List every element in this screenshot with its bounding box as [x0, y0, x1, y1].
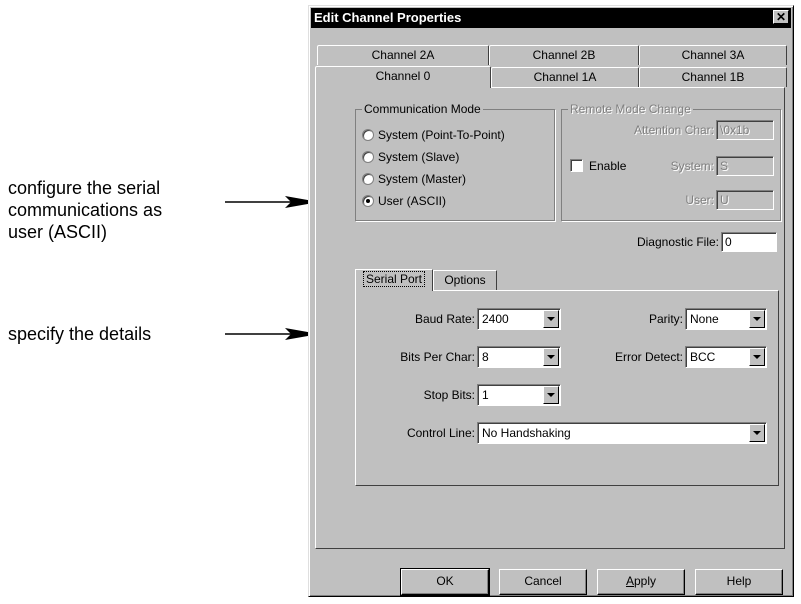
parity-value: None [690, 312, 719, 326]
error-detect-select[interactable]: BCC [685, 346, 767, 368]
parity-label: Parity: [648, 312, 683, 326]
chevron-down-icon[interactable] [749, 424, 765, 442]
edit-channel-properties-dialog: Edit Channel Properties ✕ Channel 2A Cha… [308, 5, 794, 597]
annotation-line: configure the serial [8, 178, 161, 198]
annotation-configure: configure the serial communications as u… [8, 177, 162, 243]
annotation-specify: specify the details [8, 324, 152, 344]
stop-bits-select[interactable]: 1 [477, 384, 561, 406]
stop-bits-label: Stop Bits: [423, 388, 475, 402]
bits-per-char-value: 8 [482, 350, 489, 364]
chevron-down-icon[interactable] [749, 310, 765, 328]
bits-per-char-select[interactable]: 8 [477, 346, 561, 368]
error-detect-label: Error Detect: [614, 350, 683, 364]
control-line-value: No Handshaking [482, 426, 571, 440]
baud-rate-label: Baud Rate: [414, 312, 475, 326]
chevron-down-icon[interactable] [543, 348, 559, 366]
chevron-down-icon[interactable] [543, 310, 559, 328]
baud-rate-select[interactable]: 2400 [477, 308, 561, 330]
control-line-select[interactable]: No Handshaking [477, 422, 767, 444]
chevron-down-icon[interactable] [749, 348, 765, 366]
arrow-icon [225, 328, 319, 340]
control-line-label: Control Line: [406, 426, 475, 440]
annotation-line: user (ASCII) [8, 222, 108, 242]
bits-per-char-label: Bits Per Char: [400, 350, 475, 364]
arrow-icon [225, 196, 319, 208]
annotation-line: communications as [8, 200, 163, 220]
parity-select[interactable]: None [685, 308, 767, 330]
error-detect-value: BCC [690, 350, 716, 364]
stop-bits-value: 1 [482, 388, 489, 402]
chevron-down-icon[interactable] [543, 386, 559, 404]
baud-rate-value: 2400 [482, 312, 509, 326]
